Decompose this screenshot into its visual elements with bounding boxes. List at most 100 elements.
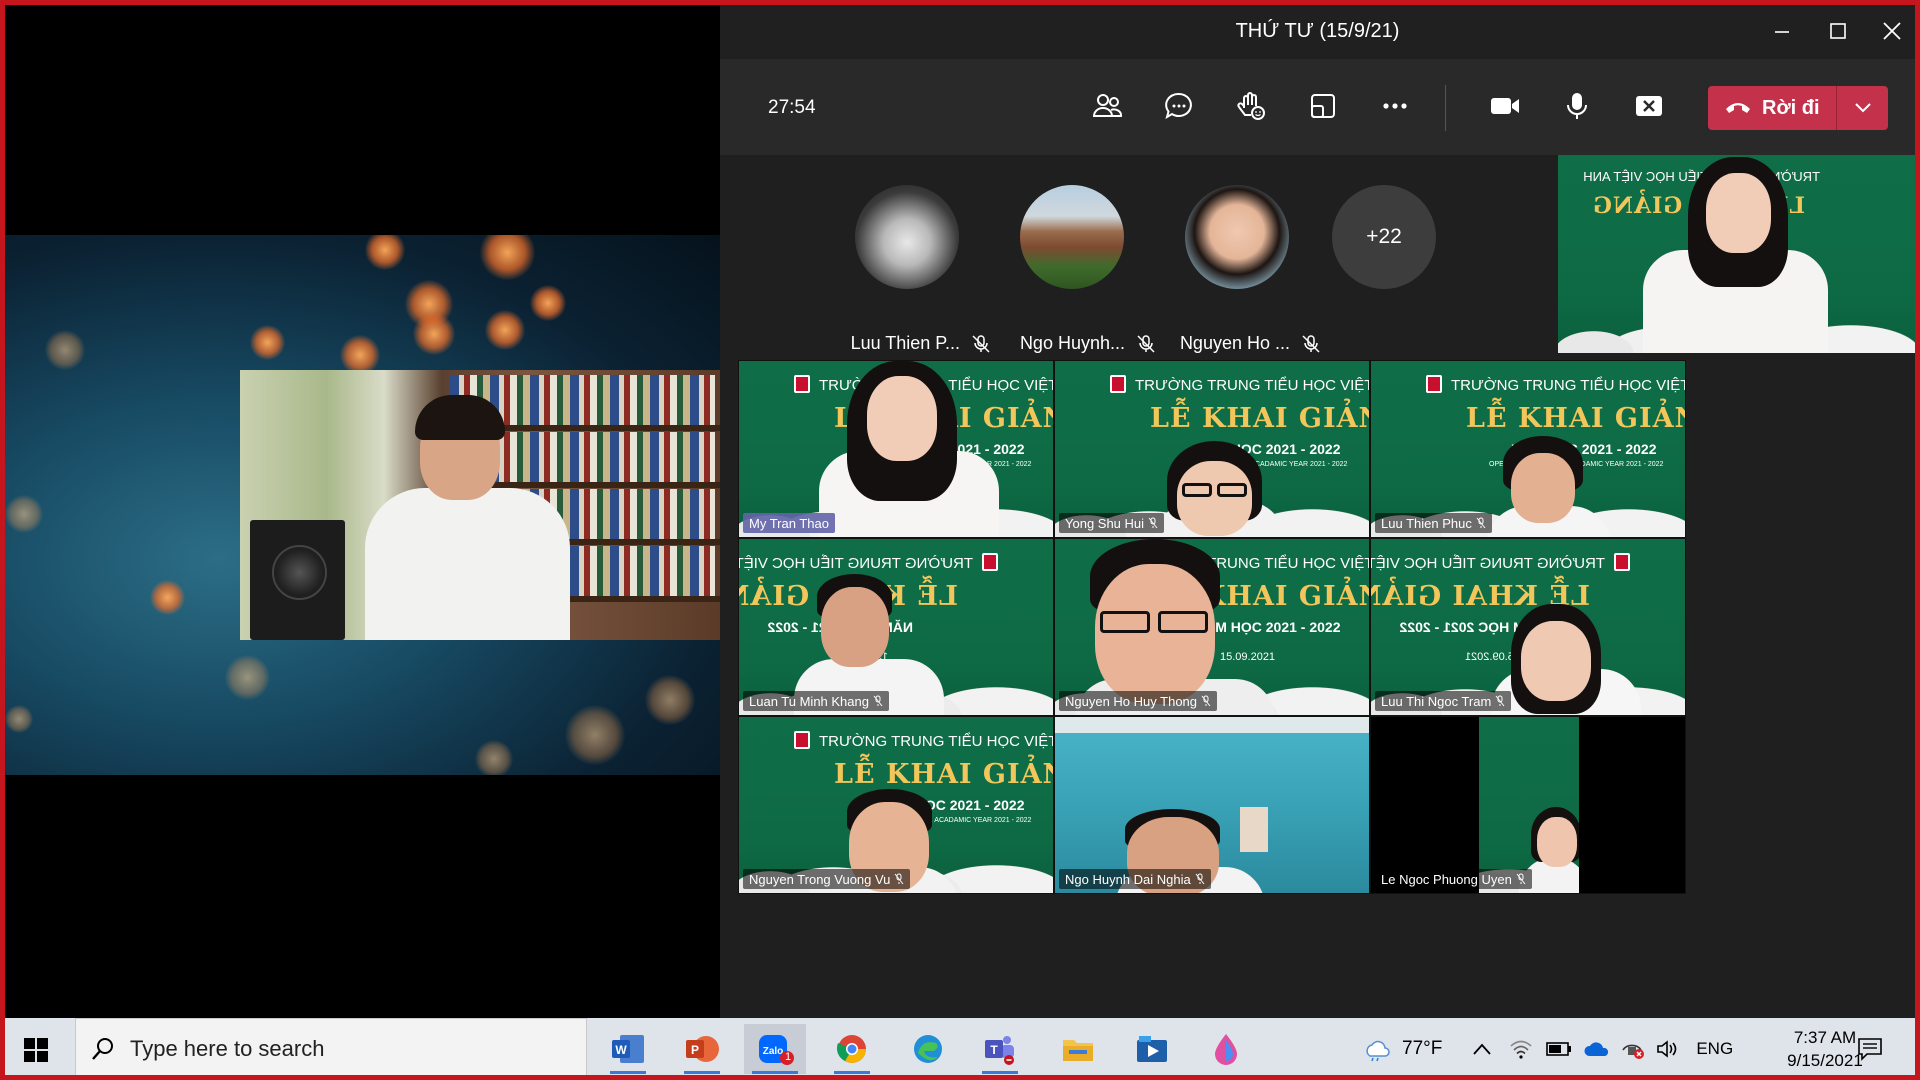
window-titlebar: THỨ TƯ (15/9/21) — [720, 5, 1915, 59]
mic-muted-icon — [1302, 335, 1320, 353]
participant-name: Ngo Huynh Dai Nghia — [1065, 871, 1191, 887]
shared-video-background — [5, 235, 720, 775]
reactions-button[interactable] — [1226, 81, 1276, 131]
taskbar-search-box[interactable]: Type here to search — [75, 1018, 587, 1080]
bokeh-light — [413, 313, 455, 355]
video-tile[interactable]: TRƯỜNG TRUNG TIỂU HỌC VIỆT ANH LỄ KHAI G… — [1370, 360, 1686, 538]
bokeh-light — [565, 705, 625, 765]
presenter-video — [240, 370, 720, 640]
video-tile[interactable]: TRƯỜNG TRUNG TIỂU HỌC VIỆT ANH LỄ KHAI G… — [1054, 360, 1370, 538]
start-button[interactable] — [12, 1028, 60, 1072]
camera-button[interactable] — [1480, 81, 1530, 131]
word-app-button[interactable]: W — [602, 1024, 654, 1074]
bokeh-light — [250, 325, 285, 360]
microphone-button[interactable] — [1552, 81, 1602, 131]
toolbar-separator — [1445, 85, 1446, 131]
portrait-video — [1479, 717, 1579, 893]
svg-text:T: T — [990, 1043, 998, 1057]
video-tile[interactable]: TRƯỜNG TRUNG TIỂU HỌC VIỆT ANH LỄ KHAI G… — [738, 716, 1054, 894]
maximize-button[interactable] — [1818, 13, 1858, 49]
search-icon — [92, 1038, 113, 1060]
banner-title: LỄ KHAI GIẢNG — [1466, 403, 1685, 434]
leave-main-button[interactable]: Rời đi — [1708, 86, 1836, 130]
bokeh-light — [225, 655, 270, 700]
chat-button[interactable] — [1154, 81, 1204, 131]
video-tile[interactable]: Ngo Huynh Dai Nghia — [1054, 716, 1370, 894]
bokeh-light — [365, 235, 405, 270]
powerpoint-app-button[interactable]: P — [676, 1024, 728, 1074]
more-participants-button[interactable]: +22 — [1332, 185, 1436, 289]
video-tile[interactable]: TRƯỜNG TRUNG TIỂU HỌC VIỆT ANH LỄ KHAI G… — [738, 360, 1054, 538]
participant-name: My Tran Thao — [749, 515, 829, 531]
banner-title: LỄ KHAI GIẢNG — [834, 759, 1053, 790]
video-tile[interactable]: TRƯỜNG TRUNG TIỂU HỌC VIỆT ANH LỄ KHAI G… — [1054, 538, 1370, 716]
participant-name: Nguyen Trong Vuong Vu — [749, 871, 891, 887]
people-icon — [1092, 94, 1122, 117]
bokeh-light — [475, 740, 513, 775]
weather-icon — [1366, 1040, 1390, 1062]
video-tile[interactable]: TRƯỜNG TRUNG TIỂU HỌC VIỆT ANH LỄ KHAI G… — [738, 538, 1054, 716]
more-actions-button[interactable] — [1370, 81, 1420, 131]
stop-sharing-button[interactable] — [1624, 81, 1674, 131]
banner-school: TRƯỜNG TRUNG TIỂU HỌC VIỆT ANH — [1370, 555, 1605, 572]
teams-app-button[interactable]: T — [974, 1024, 1026, 1074]
participant-name-tag: Yong Shu Hui — [1059, 513, 1165, 533]
video-tile[interactable]: Le Ngoc Phuong Uyen — [1370, 716, 1686, 894]
input-language[interactable]: ENG — [1696, 1039, 1733, 1059]
participant-name-tag: Luu Thi Ngoc Tram — [1375, 691, 1512, 711]
mic-muted-icon — [1495, 695, 1505, 707]
powerpoint-icon: P — [686, 1036, 719, 1062]
paint-app-button[interactable] — [1200, 1024, 1252, 1074]
wifi-icon[interactable] — [1510, 1039, 1532, 1059]
strip-participant[interactable]: Nguyen Ho ... — [1155, 185, 1320, 353]
video-editor-app-button[interactable] — [1126, 1024, 1178, 1074]
maximize-icon — [1830, 23, 1846, 39]
bokeh-light — [530, 285, 566, 321]
svg-text:Zalo: Zalo — [763, 1046, 784, 1057]
battery-icon[interactable] — [1546, 1041, 1572, 1057]
school-logo-icon — [1614, 553, 1630, 571]
edge-icon — [914, 1035, 942, 1063]
video-tile[interactable]: TRƯỜNG TRUNG TIỂU HỌC VIỆT ANH LỄ KHAI G… — [1370, 538, 1686, 716]
participant-name: Luan Tu Minh Khang — [749, 693, 869, 709]
edge-app-button[interactable] — [902, 1024, 954, 1074]
bokeh-light — [645, 675, 695, 725]
network-disconnected-icon[interactable] — [1620, 1038, 1646, 1060]
leave-meeting-button[interactable]: Rời đi — [1708, 86, 1888, 130]
windows-logo-icon — [24, 1038, 48, 1062]
weather-temperature[interactable]: 77°F — [1402, 1038, 1442, 1060]
bokeh-light — [5, 705, 33, 733]
participant-name-tag: Nguyen Trong Vuong Vu — [743, 869, 911, 889]
notification-center-button[interactable] — [1852, 1032, 1888, 1066]
minimize-icon — [1775, 31, 1789, 33]
chat-icon — [1165, 92, 1192, 120]
close-button[interactable] — [1872, 13, 1912, 49]
mic-muted-icon — [895, 873, 904, 885]
volume-icon[interactable] — [1656, 1039, 1680, 1059]
presenter-body — [365, 488, 570, 640]
chrome-icon — [836, 1035, 866, 1063]
video-grid: TRƯỜNG TRUNG TIỂU HỌC VIỆT ANH LỄ KHAI G… — [738, 360, 1915, 1018]
strip-participant[interactable]: Luu Thien P... — [825, 185, 990, 353]
self-video-tile[interactable]: TRƯỜNG TRUNG TIỂU HỌC VIỆT ANH LỄ KHAI G… — [1558, 155, 1915, 353]
school-logo-icon — [1426, 375, 1442, 393]
chrome-app-button[interactable] — [826, 1024, 878, 1074]
meeting-timer: 27:54 — [768, 97, 816, 118]
file-explorer-app-button[interactable] — [1052, 1024, 1104, 1074]
participants-button[interactable] — [1082, 81, 1132, 131]
word-icon: W — [612, 1035, 644, 1063]
leave-options-button[interactable] — [1836, 86, 1888, 130]
onedrive-icon[interactable] — [1584, 1040, 1610, 1058]
participant-name: Luu Thien Phuc — [1381, 515, 1472, 531]
participant-name: Luu Thien P... — [850, 333, 960, 353]
shared-video-window — [5, 5, 720, 1018]
microphone-icon — [1567, 93, 1587, 119]
chevron-down-icon — [1854, 103, 1871, 113]
chevron-up-icon[interactable] — [1472, 1042, 1492, 1056]
zalo-app-button[interactable]: Zalo 1 — [744, 1024, 806, 1074]
participant-name: Nguyen Ho ... — [1179, 333, 1290, 353]
strip-participant[interactable]: Ngo Huynh... — [990, 185, 1155, 353]
notification-icon — [1858, 1038, 1882, 1061]
breakout-rooms-button[interactable] — [1298, 81, 1348, 131]
minimize-button[interactable] — [1762, 13, 1802, 49]
